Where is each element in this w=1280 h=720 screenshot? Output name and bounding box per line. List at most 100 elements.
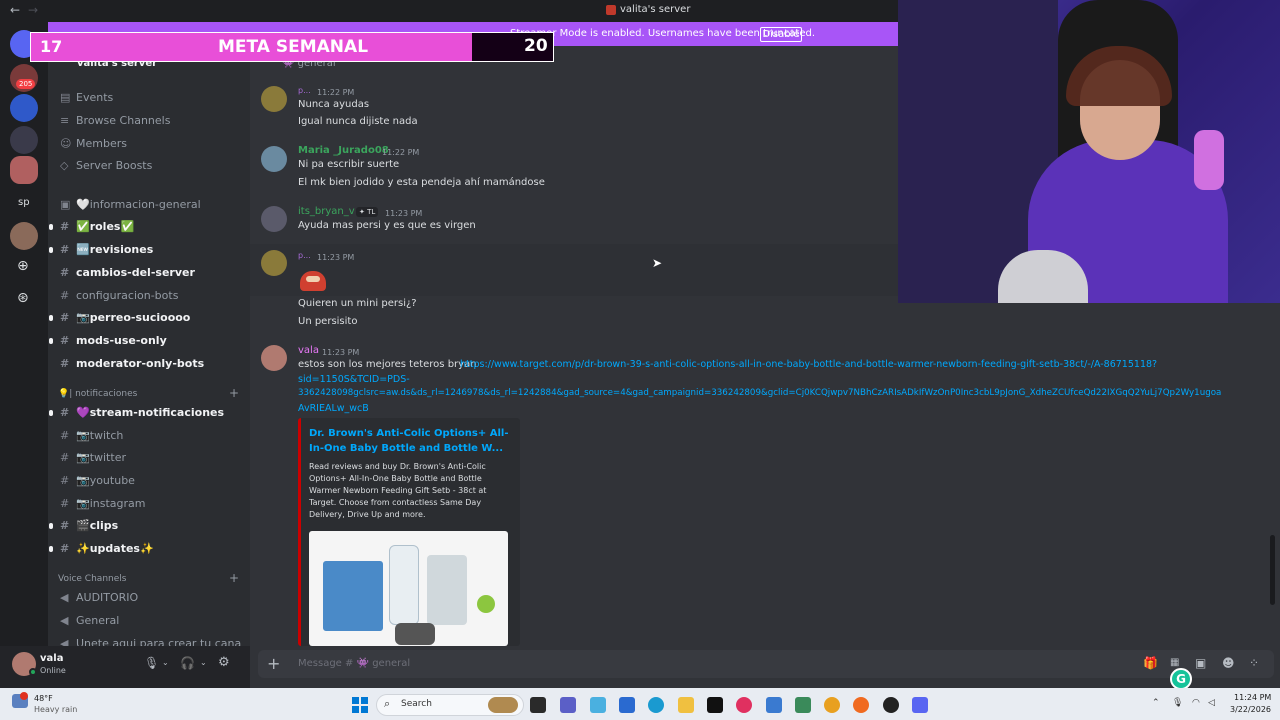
wifi-icon[interactable]: ◠ [1192,698,1200,708]
discord-icon[interactable] [912,697,928,713]
embed-product-image[interactable] [309,531,508,646]
avatar[interactable] [261,146,287,172]
message-hover-row [250,244,898,296]
channel-roles[interactable]: # ✅roles✅ [60,220,134,233]
clock-date[interactable]: 3/22/2026 [1230,705,1271,714]
voice-channel-create[interactable]: ◀ Unete aqui para crear tu cana [60,637,241,646]
message-author[interactable]: Maria _Jurado08 [298,145,389,156]
chevron-up-icon[interactable]: ⌃ [1152,698,1160,708]
back-arrow-icon[interactable]: ← [10,3,20,17]
obs-icon[interactable] [883,697,899,713]
windows-start-icon[interactable] [352,697,368,713]
channel-mods-use-only[interactable]: # mods-use-only [60,334,167,347]
hash-icon: # [60,474,70,487]
channel-youtube[interactable]: # 📷youtube [60,474,135,487]
message-time: 11:22 PM [382,148,420,157]
avatar[interactable] [261,206,287,232]
emoji-icon[interactable]: ☻ [1222,656,1235,670]
channel-moderator-only-bots[interactable]: # moderator-only-bots [60,357,204,370]
grammarly-icon[interactable]: G [1170,668,1192,690]
channel-perreo[interactable]: # 📷perreo-sucioooo [60,311,190,324]
message-link[interactable]: AvRIEALw_wcB [298,403,369,414]
channel-clips[interactable]: # 🎬clips [60,519,118,532]
add-voice-channel-icon[interactable]: + [229,571,239,585]
online-status-dot [29,668,37,676]
channel-updates[interactable]: # ✨updates✨ [60,542,154,555]
chevron-down-icon[interactable]: ⌄ [162,658,169,667]
server-sp[interactable]: sp [18,197,30,208]
message-author[interactable]: p... [298,251,311,260]
members-link[interactable]: ☺ Members [60,137,127,150]
add-channel-icon[interactable]: + [229,386,239,400]
user-name[interactable]: vala [40,653,63,664]
message-link[interactable]: sid=1150S&TCID=PDS- [298,374,410,385]
firefox-icon[interactable] [853,697,869,713]
chevron-down-icon[interactable]: ⌄ [200,658,207,667]
attach-plus-icon[interactable]: + [267,654,280,673]
chrome-icon[interactable] [824,697,840,713]
voice-channel-auditorio[interactable]: ◀ AUDITORIO [60,591,138,604]
hash-icon: # [60,266,70,279]
server-icon[interactable] [10,94,38,122]
message-link[interactable]: https://www.target.com/p/dr-brown-39-s-a… [460,359,1157,370]
teams-icon[interactable] [560,697,576,713]
avatar[interactable] [261,345,287,371]
channel-twitter[interactable]: # 📷twitter [60,451,126,464]
channel-configuracion-bots[interactable]: # configuracion-bots [60,289,178,302]
server-icon[interactable] [10,126,38,154]
hash-icon: # [60,451,70,464]
channel-cambios-del-server[interactable]: # cambios-del-server [60,266,195,279]
edge-icon[interactable] [648,697,664,713]
sticker-icon[interactable]: ▣ [1195,656,1206,670]
discover-icon[interactable]: ⊛ [17,290,29,306]
file-explorer-icon[interactable] [678,697,694,713]
unread-dot [49,315,53,321]
channel-informacion-general[interactable]: ▣ 🤍informacion-general [60,198,201,211]
microphone-tray-icon[interactable]: 🎙 [1172,698,1183,708]
category-voice-channels[interactable]: Voice Channels [58,574,126,584]
add-server-icon[interactable]: ⊕ [17,258,29,274]
members-icon: ☺ [60,137,72,150]
unread-dot [49,546,53,552]
disable-streamer-mode-button[interactable]: Disable [760,27,802,42]
category-notificaciones[interactable]: 💡| notificaciones [58,389,137,399]
task-view-icon[interactable] [530,697,546,713]
message-time: 11:22 PM [317,88,355,97]
message-author[interactable]: p... [298,86,311,95]
clock-time[interactable]: 11:24 PM [1234,693,1271,702]
channel-instagram[interactable]: # 📷instagram [60,497,145,510]
voice-channel-general[interactable]: ◀ General [60,614,119,627]
channel-stream-notificaciones[interactable]: # 💜stream-notificaciones [60,406,224,419]
channel-revisiones[interactable]: # 🆕revisiones [60,243,153,256]
events-link[interactable]: ▤ Events [60,91,113,104]
browse-channels-link[interactable]: ≡ Browse Channels [60,114,170,127]
gift-icon[interactable]: 🎁 [1143,656,1158,670]
embed-title[interactable]: Dr. Brown's Anti-Colic Options+ All-In-O… [309,426,509,456]
forward-arrow-icon[interactable]: → [28,3,38,17]
apps-icon[interactable]: ⁘ [1249,656,1259,670]
chat-scrollbar[interactable] [1270,535,1275,605]
avatar[interactable] [261,250,287,276]
headset-icon[interactable]: 🎧 [180,656,195,670]
settings-gear-icon[interactable]: ⚙ [218,655,230,670]
copilot-icon[interactable] [590,697,606,713]
message-composer[interactable] [258,650,1274,678]
server-icon[interactable] [10,156,38,184]
hash-icon: # [60,406,70,419]
volume-icon[interactable]: ◁ [1208,698,1215,708]
server-boosts-link[interactable]: ◇ Server Boosts [60,159,152,172]
message-link[interactable]: 3362428098gclsrc=aw.ds&ds_rl=1246978&ds_… [298,388,1221,398]
app-icon[interactable] [766,697,782,713]
calculator-icon[interactable] [619,697,635,713]
app-icon[interactable] [795,697,811,713]
message-input[interactable]: Message # 👾 general [298,658,410,669]
gif-icon[interactable]: ▦ [1170,657,1179,668]
server-icon[interactable] [10,222,38,250]
microphone-icon[interactable]: 🎙 [144,656,159,670]
message-author[interactable]: vala [298,345,319,356]
channel-twitch[interactable]: # 📷twitch [60,429,123,442]
message-author[interactable]: its_bryan_v [298,206,355,217]
opera-icon[interactable] [736,697,752,713]
avatar[interactable] [261,86,287,112]
tiktok-icon[interactable] [707,697,723,713]
